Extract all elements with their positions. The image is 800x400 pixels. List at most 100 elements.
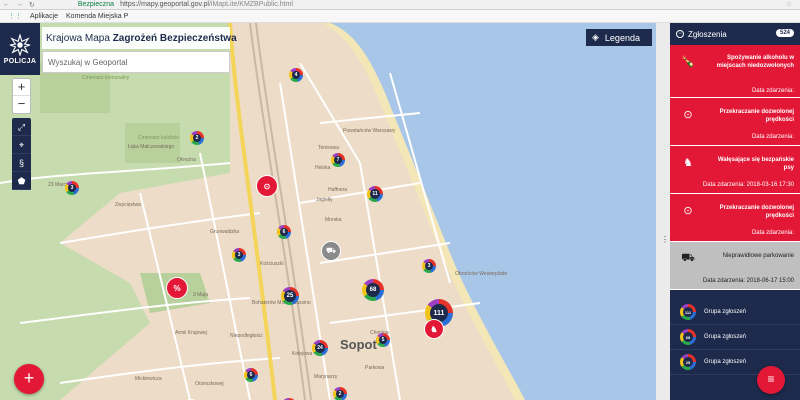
report-cluster[interactable]: 6: [277, 225, 291, 239]
report-date: Data zdarzenia:: [752, 230, 794, 236]
group-count: 68: [683, 332, 693, 342]
search-input[interactable]: Wyszukaj w Geoportal: [42, 51, 230, 73]
url-host: https://mapy.geoportal.gov.pl: [120, 1, 209, 8]
cluster-count: 4: [292, 71, 300, 79]
place-label: Kościuszki: [260, 261, 284, 267]
cluster-count: 2: [193, 134, 201, 142]
speedometer-icon: ⊙: [683, 205, 693, 217]
speeding-icon[interactable]: ⊙: [256, 175, 278, 197]
tag-icon[interactable]: ⬟: [12, 172, 31, 190]
date-prefix: Data zdarzenia:: [751, 88, 794, 94]
cluster-count: 25: [284, 290, 296, 302]
reports-count-badge: 524: [775, 29, 794, 37]
locate-icon[interactable]: ⌖: [12, 136, 31, 154]
panel-header: − Zgłoszenia 524: [670, 23, 800, 45]
page-title: Krajowa Mapa Zagrożeń Bezpieczeństwa: [42, 27, 237, 49]
title-prefix: Krajowa Mapa: [46, 33, 110, 44]
filter-icon: ≡: [767, 372, 775, 386]
report-cluster[interactable]: 6: [244, 368, 258, 382]
report-cluster[interactable]: 68: [362, 279, 384, 301]
group-item[interactable]: 68 Grupa zgłoszeń: [670, 325, 800, 350]
place-label: Orzeszkowej: [195, 381, 224, 387]
map-tools: ⤢ ⌖ § ⬟: [12, 118, 31, 190]
filter-button[interactable]: ≡: [757, 366, 785, 394]
collapse-icon[interactable]: −: [676, 30, 684, 38]
report-card[interactable]: 🍾 Spożywanie alkoholu w miejscach niedoz…: [670, 45, 800, 98]
report-card[interactable]: ⊙ Przekraczanie dozwolonej prędkości Dat…: [670, 194, 800, 242]
map-canvas[interactable]: Cmentarz komunalny Cmentarz katolicki Łą…: [0, 23, 656, 400]
police-logo[interactable]: POLICJA: [0, 23, 40, 75]
report-cluster[interactable]: 3: [422, 259, 436, 273]
cluster-count: 11: [370, 189, 380, 199]
cluster-count: 3: [235, 251, 243, 259]
place-label: Cmentarz komunalny: [82, 75, 130, 81]
report-cluster[interactable]: 5: [376, 333, 390, 347]
report-card[interactable]: ♞ Wałęsające się bezpańskie psy Data zda…: [670, 146, 800, 194]
place-label: Tenisowa: [318, 145, 339, 151]
cluster-count: 3: [425, 262, 433, 270]
bookmark-komenda[interactable]: Komenda Miejska P: [66, 13, 128, 20]
cluster-count: 6: [280, 228, 288, 236]
alcohol-icon[interactable]: %: [166, 277, 188, 299]
place-label: Cmentarz katolicki: [138, 135, 179, 141]
date-prefix: Data zdarzenia:: [751, 230, 794, 236]
bookmark-star-icon[interactable]: ☆: [786, 0, 792, 8]
stray-dog-icon[interactable]: ♞: [424, 319, 444, 339]
police-label: POLICJA: [3, 57, 37, 65]
alcohol-icon: 🍾: [681, 56, 695, 68]
bookmark-apps[interactable]: Aplikacje: [30, 13, 58, 20]
report-cluster[interactable]: 25: [281, 287, 299, 305]
legend-button[interactable]: ◈ Legenda: [586, 29, 652, 46]
report-date: Data zdarzenia:: [752, 88, 794, 94]
group-item[interactable]: 111 Grupa zgłoszeń: [670, 300, 800, 325]
add-report-button[interactable]: +: [14, 364, 44, 394]
forward-icon[interactable]: →: [13, 1, 26, 8]
report-title: Wałęsające się bezpańskie psy: [717, 157, 794, 171]
cluster-count: 24: [315, 343, 325, 353]
date-value: 2018-03-16 17:30: [746, 182, 794, 188]
report-cluster[interactable]: 3: [232, 248, 246, 262]
place-label: Parkowa: [365, 365, 385, 371]
report-cluster[interactable]: 2: [333, 387, 347, 400]
place-label: Jagiełły: [316, 197, 333, 203]
browser-address-bar: ← → ↻ Bezpieczna https://mapy.geoportal.…: [0, 0, 800, 10]
back-icon[interactable]: ←: [0, 1, 13, 8]
place-label: Okrężna: [177, 157, 196, 163]
dog-icon: ♞: [683, 157, 693, 169]
apps-icon[interactable]: ⋮⋮: [8, 12, 22, 20]
report-title: Przekraczanie dozwolonej prędkości: [719, 205, 794, 219]
report-cluster[interactable]: 7: [331, 153, 345, 167]
title-bold: Zagrożeń Bezpieczeństwa: [112, 33, 237, 44]
report-card[interactable]: ⛟ Nieprawidłowe parkowanie Data zdarzeni…: [670, 242, 800, 290]
place-label: Haffnera: [328, 187, 348, 193]
report-cluster[interactable]: 3: [65, 181, 79, 195]
reload-icon[interactable]: ↻: [26, 1, 38, 9]
url-text[interactable]: https://mapy.geoportal.gov.pl/iMapLite/K…: [120, 1, 293, 8]
report-card[interactable]: ⊙ Przekraczanie dozwolonej prędkości Dat…: [670, 98, 800, 146]
report-date: Data zdarzenia:: [752, 134, 794, 140]
report-cluster[interactable]: 4: [289, 68, 303, 82]
panel-splitter[interactable]: ⋮: [656, 23, 670, 400]
cluster-count: 2: [336, 390, 344, 398]
info-icon[interactable]: §: [12, 154, 31, 172]
date-value: 2018-06-17 15:00: [746, 278, 794, 284]
place-label: Mickiewicza: [135, 376, 162, 382]
parking-icon[interactable]: ⛟: [321, 241, 341, 261]
place-label: Helska: [315, 165, 331, 171]
place-label: Powstańców Warszawy: [343, 128, 396, 134]
place-label: Morska: [325, 217, 342, 223]
fullscreen-icon[interactable]: ⤢: [12, 118, 31, 136]
report-cluster[interactable]: 11: [367, 186, 383, 202]
drag-handle-icon[interactable]: ⋮: [661, 235, 669, 244]
legend-label: Legenda: [604, 32, 640, 43]
group-cluster-icon: 68: [680, 329, 696, 345]
cluster-count: 68: [366, 283, 380, 297]
secure-label: Bezpieczna: [77, 1, 115, 8]
report-date: Data zdarzenia: 2018-03-16 17:30: [703, 182, 794, 188]
zoom-in-button[interactable]: +: [13, 79, 30, 96]
report-cluster[interactable]: 2: [190, 131, 204, 145]
place-label: Armii Krajowej: [175, 330, 207, 336]
report-cluster[interactable]: 24: [312, 340, 328, 356]
zoom-out-button[interactable]: −: [13, 96, 30, 113]
group-count: 111: [683, 307, 693, 317]
